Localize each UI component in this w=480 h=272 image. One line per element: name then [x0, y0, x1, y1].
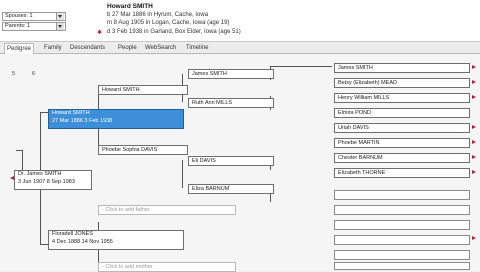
marriage-fact: m 8 Aug 1905 in Logan, Cache, Iowa (age …: [107, 20, 230, 26]
great-grandparent-name: James SMITH: [338, 65, 373, 71]
generation-nav-a[interactable]: 5: [12, 71, 15, 77]
focus-dates: 27 Mar 1886 3 Feb 1938: [52, 117, 113, 124]
empty-ancestor-slot[interactable]: [334, 235, 470, 245]
tab-family[interactable]: Family: [42, 43, 64, 54]
great-grandparent-box[interactable]: Betsy (Elizabeth) MEAD: [334, 78, 470, 88]
great-grandparent-name: Chester BARNUM: [338, 155, 383, 161]
grandparent-box[interactable]: James SMITH: [188, 69, 274, 79]
focus-person-box[interactable]: Howard SMITH 27 Mar 1886 3 Feb 1938: [48, 109, 184, 129]
spouse-person-box[interactable]: Floradell JONES 4 Dec 1888 14 Nov 1955: [48, 230, 184, 250]
child-dates: 3 Jun 1907 8 Sep 1983: [18, 178, 75, 185]
birth-fact: b 27 Mar 1886 in Hyrum, Cache, Iowa: [107, 12, 209, 18]
parents-dropdown-label: Parents: 1: [5, 23, 31, 29]
tab-people[interactable]: People: [116, 43, 139, 54]
chevron-down-icon[interactable]: [56, 23, 64, 30]
mother-box[interactable]: Phoebe Sophia DAVIS: [98, 145, 188, 155]
great-grandparent-name: Elizabeth THORNE: [338, 170, 386, 176]
child-name: Dr. James SMITH: [18, 171, 62, 177]
great-grandparent-box[interactable]: Chester BARNUM: [334, 153, 470, 163]
chevron-down-icon[interactable]: [56, 13, 64, 20]
connector-line: [16, 150, 23, 151]
empty-ancestor-slot[interactable]: [334, 220, 470, 230]
spouse-dates: 4 Dec 1888 14 Nov 1955: [52, 238, 113, 245]
grandparent-name: Eliza BARNUM: [192, 186, 230, 192]
great-grandparent-name: Uriah DAVIS: [338, 125, 369, 131]
great-grandparent-box[interactable]: Phoebe MARTIN: [334, 138, 470, 148]
spouses-dropdown-label: Spouses: 1: [5, 13, 33, 19]
add-father-label: - Click to add father: [102, 207, 150, 213]
grandparent-name: Ruth Ann MILLS: [192, 100, 233, 106]
empty-ancestor-slot[interactable]: [334, 205, 470, 215]
tab-descendants[interactable]: Descendants: [68, 43, 107, 54]
empty-ancestor-slot[interactable]: [334, 190, 470, 200]
grandparent-box[interactable]: Eli DAVIS: [188, 156, 274, 166]
add-mother-label: - Click to add mother: [102, 264, 153, 270]
grandparent-name: James SMITH: [192, 71, 227, 77]
focus-name: Howard SMITH: [52, 110, 90, 116]
tab-websearch[interactable]: WebSearch: [143, 43, 178, 54]
great-grandparent-box[interactable]: James SMITH: [334, 63, 470, 73]
alert-icon: ✱: [97, 30, 103, 36]
expand-arrow-icon[interactable]: [472, 140, 476, 144]
person-name: Howard SMITH: [107, 3, 153, 10]
great-grandparent-name: Phoebe MARTIN: [338, 140, 380, 146]
expand-arrow-icon[interactable]: [472, 236, 476, 240]
great-grandparent-name: Elmira POND: [338, 110, 372, 116]
grandparent-box[interactable]: Eliza BARNUM: [188, 184, 274, 194]
expand-arrow-icon[interactable]: [472, 95, 476, 99]
death-fact: d 3 Feb 1938 in Garland, Box Elder, Iowa…: [107, 29, 241, 35]
great-grandparent-box[interactable]: Henry William MILLS: [334, 93, 470, 103]
add-mother-box[interactable]: - Click to add mother: [98, 262, 236, 272]
father-box[interactable]: Howard SMITH: [98, 85, 188, 95]
expand-arrow-icon[interactable]: [472, 80, 476, 84]
great-grandparent-name: Henry William MILLS: [338, 95, 390, 101]
tab-pedigree[interactable]: Pedigree: [4, 43, 35, 54]
spouses-dropdown[interactable]: Spouses: 1: [2, 12, 66, 21]
great-grandparent-box[interactable]: Uriah DAVIS: [334, 123, 470, 133]
great-grandparent-box[interactable]: Elmira POND: [334, 108, 470, 118]
add-father-box[interactable]: - Click to add father: [98, 205, 236, 215]
expand-arrow-icon[interactable]: [472, 155, 476, 159]
child-person-box[interactable]: Dr. James SMITH 3 Jun 1907 8 Sep 1983: [14, 170, 92, 190]
grandparent-box[interactable]: Ruth Ann MILLS: [188, 98, 274, 108]
tab-timeline[interactable]: Timeline: [184, 43, 210, 54]
parents-dropdown[interactable]: Parents: 1: [2, 22, 66, 31]
empty-ancestor-slot[interactable]: [334, 262, 470, 270]
great-grandparent-name: Betsy (Elizabeth) MEAD: [338, 80, 397, 86]
connector-line: [182, 160, 183, 188]
expand-arrow-icon[interactable]: [472, 125, 476, 129]
empty-ancestor-slot[interactable]: [334, 250, 470, 260]
expand-arrow-icon[interactable]: [472, 65, 476, 69]
expand-arrow-icon[interactable]: [472, 170, 476, 174]
mother-name: Phoebe Sophia DAVIS: [102, 147, 158, 153]
grandparent-name: Eli DAVIS: [192, 158, 216, 164]
generation-nav-b[interactable]: 6: [32, 71, 35, 77]
spouse-name: Floradell JONES: [52, 231, 93, 237]
great-grandparent-box[interactable]: Elizabeth THORNE: [334, 168, 470, 178]
father-name: Howard SMITH: [102, 87, 140, 93]
connector-line: [270, 66, 332, 67]
